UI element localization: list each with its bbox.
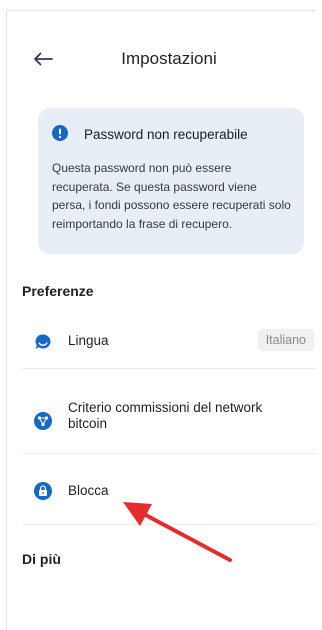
settings-row-label: Lingua: [68, 333, 109, 348]
info-icon: [52, 125, 68, 141]
notice-body: Questa password non può essere recuperat…: [52, 161, 291, 231]
settings-row-fee-policy[interactable]: Criterio commissioni del network bitcoin: [22, 369, 316, 454]
left-border: [6, 10, 7, 630]
notice-card: Password non recuperabile Questa passwor…: [38, 108, 304, 254]
section-title-more: Di più: [22, 551, 61, 567]
lock-icon: [34, 482, 52, 500]
header: Impostazioni: [0, 40, 322, 80]
fee-network-icon: [34, 412, 52, 430]
page-title: Impostazioni: [121, 49, 217, 68]
language-value[interactable]: Italiano: [257, 329, 314, 351]
notice-title: Password non recuperabile: [84, 127, 248, 142]
settings-row-label: Criterio commissioni del network bitcoin: [68, 400, 263, 431]
section-title-preferences: Preferenze: [22, 283, 94, 299]
settings-row-label: Blocca: [68, 483, 109, 498]
chat-bubble-icon: [35, 334, 51, 349]
top-border: [6, 0, 316, 11]
settings-row-language[interactable]: Lingua Italiano: [22, 318, 316, 369]
annotation-arrow-icon: [123, 502, 232, 562]
